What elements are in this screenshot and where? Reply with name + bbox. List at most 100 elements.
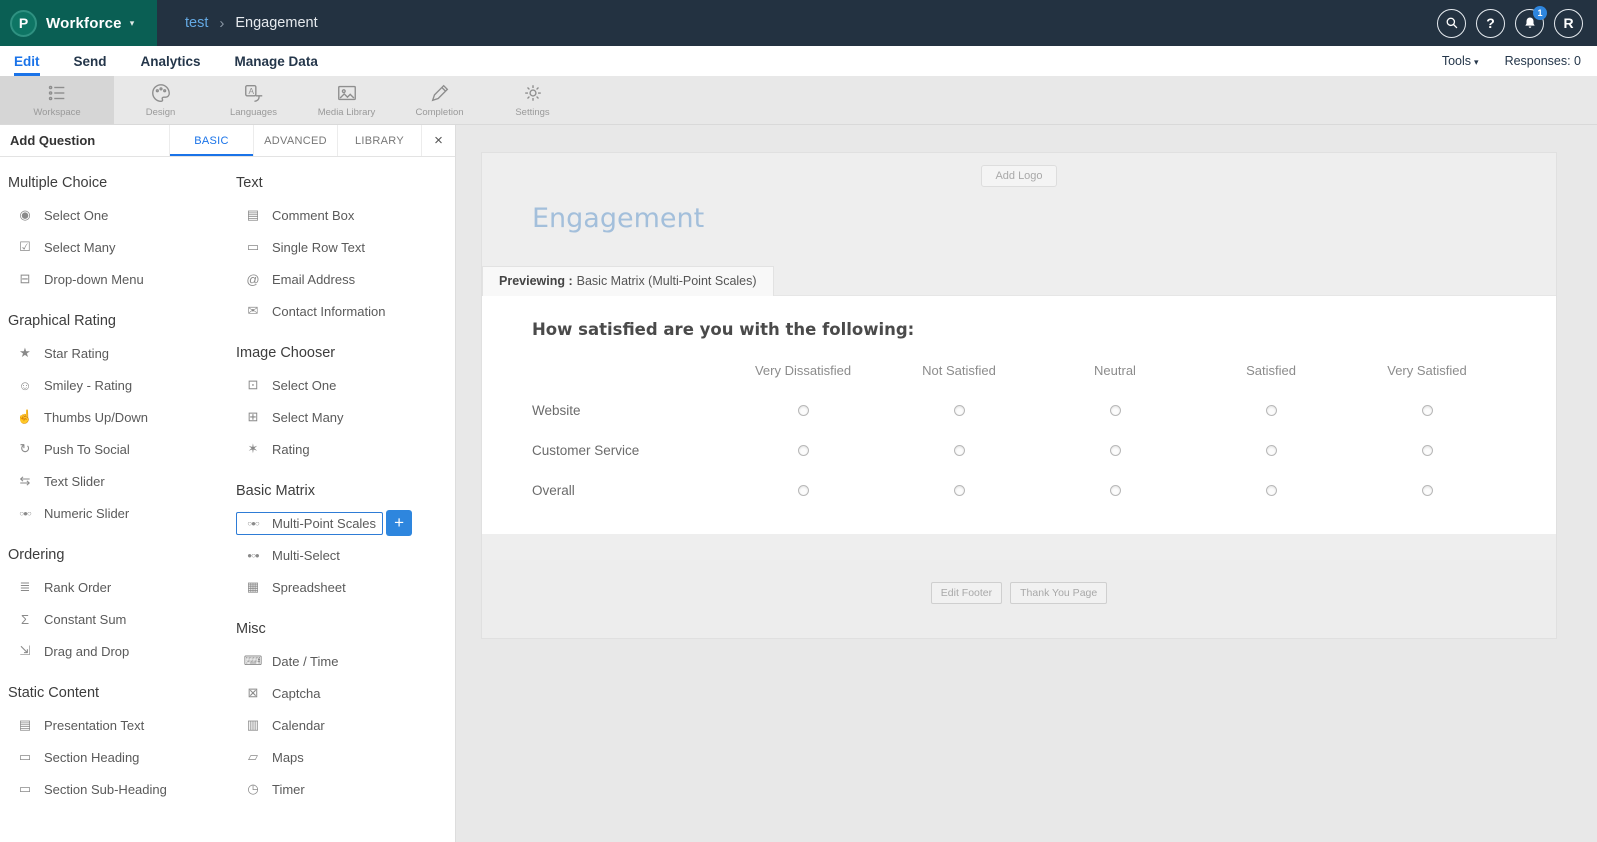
question-type-item[interactable]: ▥ Calendar + [236, 709, 455, 741]
question-type-box: ⇲ Drag and Drop [8, 639, 136, 663]
question-type-item[interactable]: ✶ Rating + [236, 433, 455, 465]
question-type-item[interactable]: ○●○ Multi-Point Scales + [236, 507, 455, 539]
question-type-item[interactable]: ▭ Section Sub-Heading + [8, 773, 236, 805]
chevron-down-icon: ▾ [129, 17, 135, 28]
question-type-item[interactable]: ☺ Smiley - Rating + [8, 369, 236, 401]
radio-button[interactable] [953, 404, 965, 416]
question-type-item[interactable]: ◉ Select One + [8, 199, 236, 231]
radio-button[interactable] [953, 444, 965, 456]
panel-header: Add Question BASIC ADVANCED LIBRARY × [0, 125, 455, 157]
panel-tab[interactable]: BASIC [169, 125, 253, 156]
toolbar-item-media-library[interactable]: Media Library [300, 76, 393, 124]
question-type-label: Date / Time [272, 653, 339, 669]
toolbar-item-completion[interactable]: Completion [393, 76, 486, 124]
survey-title[interactable]: Engagement [532, 203, 1556, 234]
group-items: ★ Star Rating + ☺ Smiley - Rating [8, 337, 236, 529]
question-type-item[interactable]: ⇆ Text Slider + [8, 465, 236, 497]
toolbar-item-settings[interactable]: Settings [486, 76, 579, 124]
tools-dropdown[interactable]: Tools ▾ [1442, 54, 1479, 68]
question-type-group: Basic Matrix ○●○ Multi-Point Scales + ●○… [236, 483, 455, 603]
matrix-radio-cell [725, 444, 881, 456]
workspace-icon [48, 85, 65, 101]
toolbar-item-workspace[interactable]: Workspace [0, 76, 114, 124]
question-type-item[interactable]: ⌨ Date / Time + [236, 645, 455, 677]
question-type-item[interactable]: Σ Constant Sum + [8, 603, 236, 635]
question-type-box: ▭ Section Sub-Heading [8, 777, 174, 801]
breadcrumb-project-link[interactable]: test [185, 15, 208, 31]
question-type-item[interactable]: ↻ Push To Social + [8, 433, 236, 465]
question-type-item[interactable]: ≣ Rank Order + [8, 571, 236, 603]
question-type-box: ◉ Select One [8, 203, 115, 227]
panel-tab[interactable]: ADVANCED [253, 125, 337, 156]
close-panel-button[interactable]: × [421, 125, 455, 156]
group-title: Static Content [8, 685, 100, 701]
question-type-label: Rating [272, 441, 310, 457]
help-button[interactable]: ? [1476, 8, 1505, 38]
matrix-radio-cell [1037, 484, 1193, 496]
question-type-item[interactable]: ▤ Presentation Text + [8, 709, 236, 741]
radio-button[interactable] [953, 484, 965, 496]
question-type-item[interactable]: ☑ Select Many + [8, 231, 236, 263]
radio-button[interactable] [1265, 444, 1277, 456]
question-type-item[interactable]: ▭ Single Row Text + [236, 231, 455, 263]
question-type-item[interactable]: ✉ Contact Information + [236, 295, 455, 327]
radio-button[interactable] [797, 404, 809, 416]
radio-button[interactable] [1109, 444, 1121, 456]
menu-tab[interactable]: Analytics [141, 46, 201, 76]
question-type-item[interactable]: ⊠ Captcha + [236, 677, 455, 709]
user-avatar[interactable]: R [1554, 8, 1583, 38]
footer-button[interactable]: Thank You Page [1010, 582, 1108, 604]
panel-tab[interactable]: LIBRARY [337, 125, 421, 156]
question-type-label: Star Rating [44, 345, 110, 361]
pencil-icon [431, 84, 448, 102]
question-type-item[interactable]: ○●○ Numeric Slider + [8, 497, 236, 529]
question-type-label: Timer [272, 781, 305, 797]
matrix-row: Website [532, 390, 1506, 430]
matrix-radio-cell [1193, 404, 1349, 416]
translate-icon: A [244, 84, 262, 102]
matrix-radio-cell [881, 404, 1037, 416]
question-type-box: ▤ Comment Box [236, 203, 361, 227]
question-type-item[interactable]: @ Email Address + [236, 263, 455, 295]
radio-button[interactable] [1265, 484, 1277, 496]
menu-tab[interactable]: Send [74, 46, 107, 76]
question-type-item[interactable]: ▦ Spreadsheet + [236, 571, 455, 603]
question-type-box: ▭ Section Heading [8, 745, 146, 769]
radio-button[interactable] [797, 444, 809, 456]
add-logo-button[interactable]: Add Logo [981, 165, 1057, 187]
question-type-item[interactable]: ▭ Section Heading + [8, 741, 236, 773]
menu-tab[interactable]: Edit [14, 46, 40, 76]
question-type-item[interactable]: ▱ Maps + [236, 741, 455, 773]
question-type-item[interactable]: ⊟ Drop-down Menu + [8, 263, 236, 295]
add-question-button[interactable]: + [386, 510, 413, 536]
avatar-initial: R [1563, 15, 1574, 31]
radio-button[interactable] [1109, 484, 1121, 496]
question-type-item[interactable]: ●○● Multi-Select + [236, 539, 455, 571]
question-type-label: Email Address [272, 271, 356, 287]
toolbar-item-design[interactable]: Design [114, 76, 207, 124]
question-type-item[interactable]: ⊡ Select One + [236, 369, 455, 401]
responses-counter[interactable]: Responses: 0 [1505, 54, 1581, 68]
group-title: Basic Matrix [236, 483, 315, 499]
question-type-item[interactable]: ◷ Timer + [236, 773, 455, 805]
question-type-item[interactable]: ⇲ Drag and Drop + [8, 635, 236, 667]
notifications-button[interactable]: 1 [1515, 5, 1547, 38]
radio-button[interactable] [1265, 404, 1277, 416]
radio-button[interactable] [1421, 444, 1433, 456]
search-button[interactable] [1437, 8, 1466, 38]
question-type-item[interactable]: ⊞ Select Many + [236, 401, 455, 433]
brand-switcher[interactable]: P Workforce ▾ [0, 0, 157, 46]
question-type-item[interactable]: ▤ Comment Box + [236, 199, 455, 231]
radio-button[interactable] [1421, 404, 1433, 416]
toolbar-item-languages[interactable]: A Languages [207, 76, 300, 124]
toolbar-label: Languages [229, 107, 278, 118]
menu-tab[interactable]: Manage Data [235, 46, 318, 76]
radio-button[interactable] [1421, 484, 1433, 496]
radio-button[interactable] [797, 484, 809, 496]
footer-button[interactable]: Edit Footer [930, 582, 1003, 604]
question-type-item[interactable]: ☝ Thumbs Up/Down + [8, 401, 236, 433]
radio-button[interactable] [1109, 404, 1121, 416]
question-type-item[interactable]: ★ Star Rating + [8, 337, 236, 369]
star-rating-icon: ★ [19, 345, 31, 360]
divider [482, 234, 1556, 266]
